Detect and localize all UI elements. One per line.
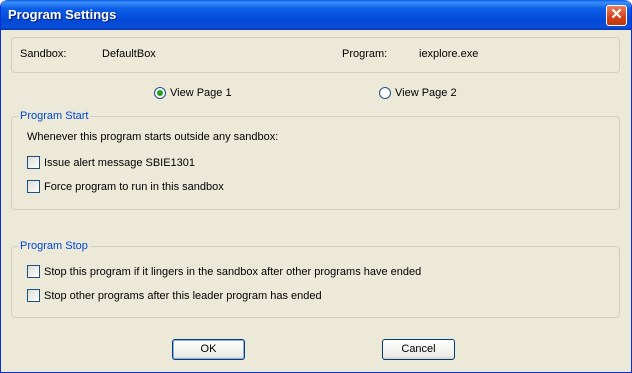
- close-icon: ✕: [610, 6, 623, 23]
- program-stop-group: Program Stop Stop this program if it lin…: [11, 240, 620, 318]
- stop-lingering-checkbox[interactable]: [27, 265, 40, 278]
- sandbox-label: Sandbox:: [20, 48, 67, 60]
- issue-alert-label[interactable]: Issue alert message SBIE1301: [44, 157, 195, 169]
- stop-others-label[interactable]: Stop other programs after this leader pr…: [44, 290, 322, 302]
- ok-button[interactable]: OK: [172, 339, 245, 360]
- view-page-1-label[interactable]: View Page 1: [170, 87, 232, 99]
- view-page-2-label[interactable]: View Page 2: [395, 87, 457, 99]
- radio-button-unchecked[interactable]: [379, 87, 391, 99]
- program-start-group: Program Start Whenever this program star…: [11, 110, 620, 210]
- issue-alert-checkbox[interactable]: [27, 156, 40, 169]
- close-button[interactable]: ✕: [606, 5, 627, 26]
- program-stop-title: Program Stop: [18, 240, 90, 252]
- cancel-button[interactable]: Cancel: [382, 339, 455, 360]
- info-panel: Sandbox: DefaultBox Program: iexplore.ex…: [11, 37, 620, 73]
- program-start-title: Program Start: [18, 110, 91, 122]
- cancel-button-label: Cancel: [401, 343, 436, 355]
- stop-lingering-label[interactable]: Stop this program if it lingers in the s…: [44, 266, 421, 278]
- force-program-label[interactable]: Force program to run in this sandbox: [44, 181, 224, 193]
- program-label: Program:: [342, 48, 388, 60]
- stop-others-checkbox[interactable]: [27, 289, 40, 302]
- program-start-description: Whenever this program starts outside any…: [27, 131, 279, 143]
- program-settings-dialog: Program Settings ✕ Sandbox: DefaultBox P…: [0, 0, 632, 373]
- program-value: iexplore.exe: [419, 48, 479, 60]
- title-bar[interactable]: Program Settings ✕: [1, 0, 631, 30]
- radio-button-checked[interactable]: [154, 87, 166, 99]
- window-title: Program Settings: [8, 7, 117, 22]
- force-program-checkbox[interactable]: [27, 180, 40, 193]
- ok-button-label: OK: [200, 343, 217, 355]
- sandbox-value: DefaultBox: [102, 48, 156, 60]
